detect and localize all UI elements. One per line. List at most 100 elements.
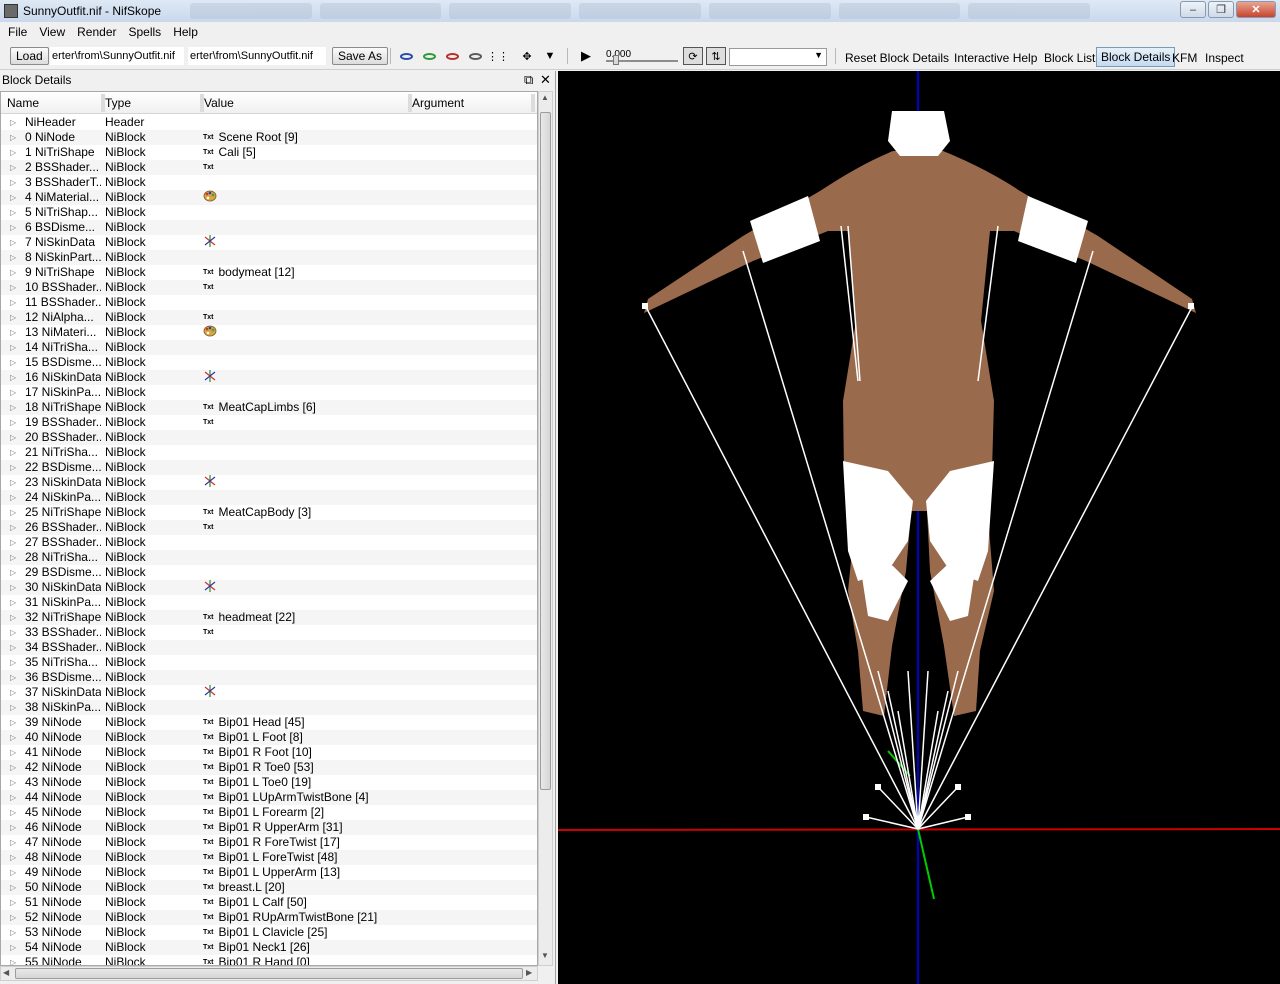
expand-arrow-icon[interactable]: ▷ (10, 160, 16, 175)
tree-row[interactable]: ▷ 21 NiTriSha... NiBlock (1, 445, 537, 460)
tree-row[interactable]: ▷ 22 BSDisme... NiBlock (1, 460, 537, 475)
tree-row[interactable]: ▷ 6 BSDisme... NiBlock (1, 220, 537, 235)
tree-row[interactable]: ▷ 36 BSDisme... NiBlock (1, 670, 537, 685)
tree-row[interactable]: ▷ NiHeader Header (1, 115, 537, 130)
expand-arrow-icon[interactable]: ▷ (10, 775, 16, 790)
expand-arrow-icon[interactable]: ▷ (10, 250, 16, 265)
tree-row[interactable]: ▷ 44 NiNode NiBlock Txt Bip01 LUpArmTwistBon… (1, 790, 537, 805)
tree-row[interactable]: ▷ 17 NiSkinPa... NiBlock (1, 385, 537, 400)
expand-arrow-icon[interactable]: ▷ (10, 430, 16, 445)
column-argument-header[interactable]: Argument (408, 96, 464, 110)
expand-arrow-icon[interactable]: ▷ (10, 580, 16, 595)
tree-row[interactable]: ▷ 33 BSShader... NiBlock Txt (1, 625, 537, 640)
menu-view[interactable]: View (33, 25, 71, 39)
tree-row[interactable]: ▷ 9 NiTriShape NiBlock Txt bodymeat [12] (1, 265, 537, 280)
expand-arrow-icon[interactable]: ▷ (10, 745, 16, 760)
menu-file[interactable]: File (2, 25, 33, 39)
expand-arrow-icon[interactable]: ▷ (10, 895, 16, 910)
tree-row[interactable]: ▷ 19 BSShader... NiBlock Txt (1, 415, 537, 430)
move-cross-icon[interactable]: ✥ (519, 49, 535, 63)
kfm-button[interactable]: KFM (1172, 51, 1197, 65)
tree-row[interactable]: ▷ 20 BSShader... NiBlock (1, 430, 537, 445)
chevron-down-icon[interactable]: ▼ (542, 49, 558, 63)
save-path-input[interactable]: erter\from\SunnyOutfit.nif (188, 47, 326, 65)
expand-arrow-icon[interactable]: ▷ (10, 625, 16, 640)
expand-arrow-icon[interactable]: ▷ (10, 595, 16, 610)
tree-row[interactable]: ▷ 29 BSDisme... NiBlock (1, 565, 537, 580)
scroll-right-icon[interactable]: ▶ (526, 968, 532, 977)
load-button[interactable]: Load (10, 47, 49, 65)
expand-arrow-icon[interactable]: ▷ (10, 115, 16, 130)
tree-row[interactable]: ▷ 27 BSShader... NiBlock (1, 535, 537, 550)
tree-row[interactable]: ▷ 10 BSShader... NiBlock Txt (1, 280, 537, 295)
block-list-button[interactable]: Block List (1044, 51, 1095, 65)
expand-arrow-icon[interactable]: ▷ (10, 715, 16, 730)
expand-arrow-icon[interactable]: ▷ (10, 835, 16, 850)
expand-arrow-icon[interactable]: ▷ (10, 640, 16, 655)
view-eye-green-icon[interactable] (421, 49, 437, 63)
switch-icon[interactable]: ⇅ (706, 47, 726, 65)
tree-row[interactable]: ▷ 40 NiNode NiBlock Txt Bip01 L Foot [8] (1, 730, 537, 745)
time-slider-handle[interactable] (613, 55, 619, 65)
tree-row[interactable]: ▷ 1 NiTriShape NiBlock Txt Cali [5] (1, 145, 537, 160)
footprints-icon[interactable]: ⋮⋮ (487, 49, 509, 63)
tree-row[interactable]: ▷ 13 NiMateri... NiBlock (1, 325, 537, 340)
maximize-button[interactable]: ❐ (1208, 1, 1234, 18)
tree-row[interactable]: ▷ 3 BSShaderT... NiBlock (1, 175, 537, 190)
expand-arrow-icon[interactable]: ▷ (10, 730, 16, 745)
render-viewport[interactable] (558, 71, 1280, 984)
tree-row[interactable]: ▷ 4 NiMaterial... NiBlock (1, 190, 537, 205)
expand-arrow-icon[interactable]: ▷ (10, 850, 16, 865)
tree-row[interactable]: ▷ 54 NiNode NiBlock Txt Bip01 Neck1 [26] (1, 940, 537, 955)
block-details-button[interactable]: Block Details (1096, 47, 1176, 67)
expand-arrow-icon[interactable]: ▷ (10, 760, 16, 775)
menu-help[interactable]: Help (167, 25, 204, 39)
expand-arrow-icon[interactable]: ▷ (10, 340, 16, 355)
expand-arrow-icon[interactable]: ▷ (10, 670, 16, 685)
reset-block-details-button[interactable]: Reset Block Details (845, 51, 949, 65)
tree-row[interactable]: ▷ 34 BSShader... NiBlock (1, 640, 537, 655)
tree-row[interactable]: ▷ 48 NiNode NiBlock Txt Bip01 L ForeTwist [4… (1, 850, 537, 865)
tree-row[interactable]: ▷ 39 NiNode NiBlock Txt Bip01 Head [45] (1, 715, 537, 730)
menu-spells[interactable]: Spells (123, 25, 168, 39)
expand-arrow-icon[interactable]: ▷ (10, 460, 16, 475)
tree-row[interactable]: ▷ 15 BSDisme... NiBlock (1, 355, 537, 370)
expand-arrow-icon[interactable]: ▷ (10, 130, 16, 145)
tree-row[interactable]: ▷ 49 NiNode NiBlock Txt Bip01 L UpperArm [13… (1, 865, 537, 880)
tree-row[interactable]: ▷ 43 NiNode NiBlock Txt Bip01 L Toe0 [19] (1, 775, 537, 790)
tree-row[interactable]: ▷ 24 NiSkinPa... NiBlock (1, 490, 537, 505)
inspect-button[interactable]: Inspect (1205, 51, 1244, 65)
vertical-scrollbar[interactable]: ▲ ▼ (538, 91, 553, 966)
vertical-scrollbar-thumb[interactable] (540, 112, 551, 790)
tree-row[interactable]: ▷ 32 NiTriShape NiBlock Txt headmeat [22] (1, 610, 537, 625)
column-type-header[interactable]: Type (101, 96, 131, 110)
tree-row[interactable]: ▷ 23 NiSkinData NiBlock (1, 474, 537, 490)
expand-arrow-icon[interactable]: ▷ (10, 520, 16, 535)
tree-row[interactable]: ▷ 30 NiSkinData NiBlock (1, 579, 537, 595)
expand-arrow-icon[interactable]: ▷ (10, 235, 16, 250)
horizontal-scrollbar-thumb[interactable] (15, 968, 523, 979)
tree-row[interactable]: ▷ 31 NiSkinPa... NiBlock (1, 595, 537, 610)
expand-arrow-icon[interactable]: ▷ (10, 355, 16, 370)
scroll-left-icon[interactable]: ◀ (3, 968, 9, 977)
tree-row[interactable]: ▷ 25 NiTriShape NiBlock Txt MeatCapBody [3] (1, 505, 537, 520)
expand-arrow-icon[interactable]: ▷ (10, 505, 16, 520)
tree-row[interactable]: ▷ 0 NiNode NiBlock Txt Scene Root [9] (1, 130, 537, 145)
load-path-input[interactable]: erter\from\SunnyOutfit.nif (50, 47, 184, 65)
view-eye-red-icon[interactable] (444, 49, 460, 63)
tree-row[interactable]: ▷ 14 NiTriSha... NiBlock (1, 340, 537, 355)
tree-row[interactable]: ▷ 28 NiTriSha... NiBlock (1, 550, 537, 565)
expand-arrow-icon[interactable]: ▷ (10, 865, 16, 880)
expand-arrow-icon[interactable]: ▷ (10, 475, 16, 490)
expand-arrow-icon[interactable]: ▷ (10, 685, 16, 700)
expand-arrow-icon[interactable]: ▷ (10, 175, 16, 190)
expand-arrow-icon[interactable]: ▷ (10, 415, 16, 430)
tree-row[interactable]: ▷ 50 NiNode NiBlock Txt breast.L [20] (1, 880, 537, 895)
tree-row[interactable]: ▷ 41 NiNode NiBlock Txt Bip01 R Foot [10] (1, 745, 537, 760)
scroll-up-icon[interactable]: ▲ (541, 93, 549, 102)
save-as-button[interactable]: Save As (332, 47, 389, 65)
expand-arrow-icon[interactable]: ▷ (10, 400, 16, 415)
column-name-header[interactable]: Name (3, 96, 39, 110)
expand-arrow-icon[interactable]: ▷ (10, 535, 16, 550)
tree-row[interactable]: ▷ 55 NiNode NiBlock Txt Bip01 R Hand [0] (1, 955, 537, 965)
